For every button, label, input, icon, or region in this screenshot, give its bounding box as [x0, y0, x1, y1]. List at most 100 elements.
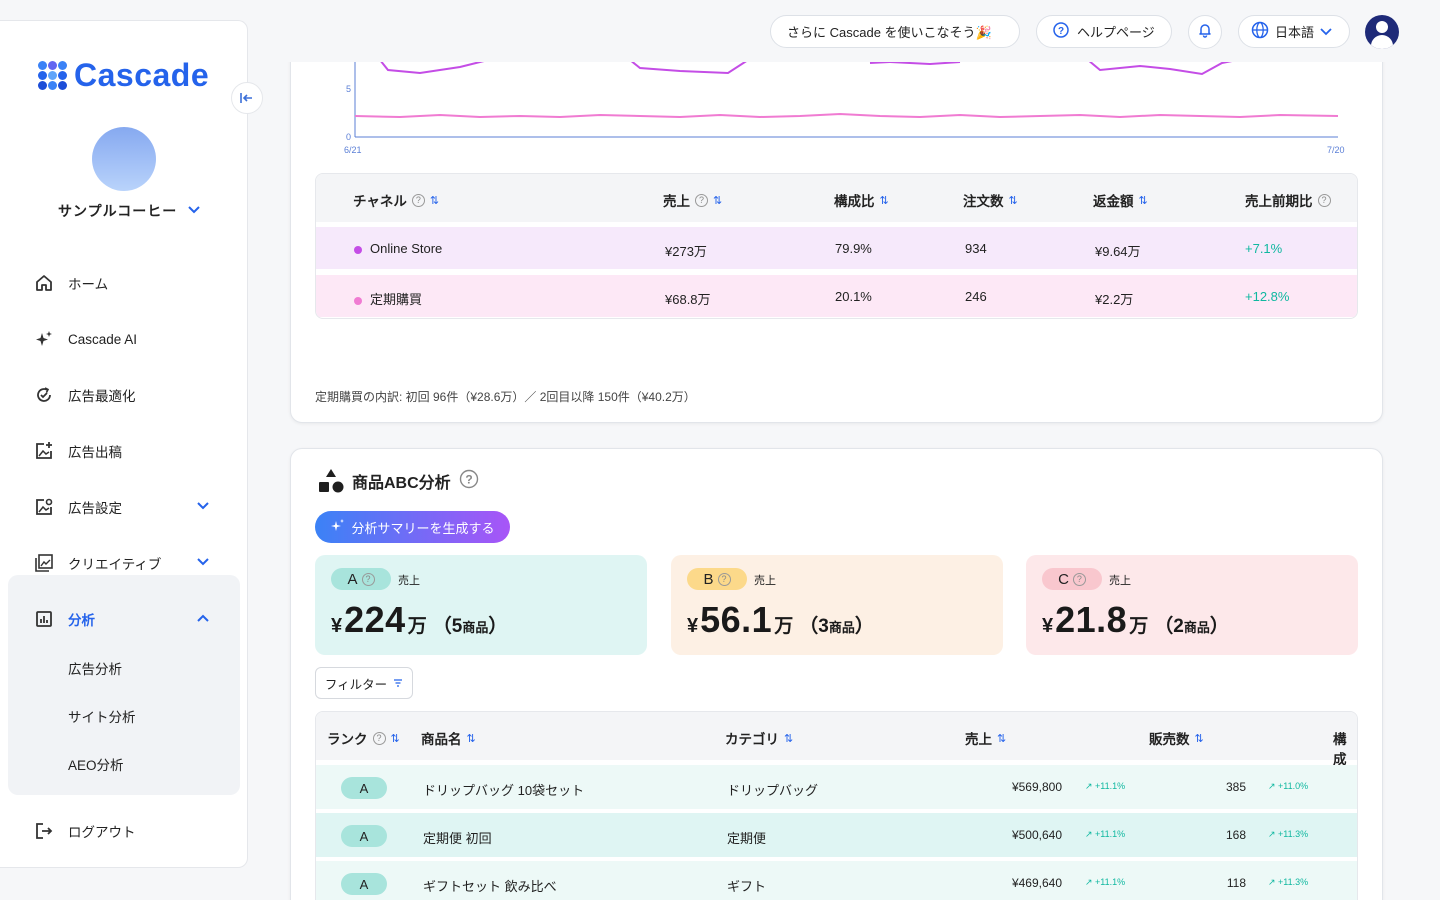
rank-sales-value: 21.8 [1055, 599, 1128, 640]
help-icon[interactable]: ? [695, 193, 708, 207]
series-dot [354, 296, 362, 305]
rank-card-a[interactable]: A ? 売上 ¥ 224 万 （5商品） [315, 555, 647, 655]
table-row[interactable]: 定期購買 ¥68.8万 20.1% 246 ¥2.2万 +12.8% [316, 275, 1357, 317]
rank-product-count: （5商品） [433, 611, 508, 638]
nav-item-analysis[interactable]: 分析 [34, 609, 95, 629]
sort-icon[interactable]: ⇅ [1009, 194, 1018, 207]
col-share-cut[interactable]: 構成 [1333, 728, 1357, 768]
rank-value: ¥ 21.8 万 （2商品） [1042, 599, 1229, 641]
col-growth[interactable]: 売上前期比 ? [1245, 190, 1331, 210]
help-icon[interactable]: ? [411, 193, 425, 207]
col-orders[interactable]: 注文数 ⇅ [963, 190, 1018, 210]
sort-icon[interactable]: ⇅ [997, 732, 1006, 745]
cascade-logo[interactable]: Cascade [38, 57, 209, 94]
channel-share: 20.1% [835, 289, 872, 304]
user-avatar[interactable] [1365, 15, 1399, 49]
chevron-down-icon[interactable] [196, 556, 210, 570]
col-rank[interactable]: ランク ? ⇅ [327, 728, 400, 748]
cascade-logo-icon [38, 60, 68, 91]
nav-item-cascade-ai[interactable]: Cascade AI [34, 329, 137, 349]
help-icon[interactable]: ? [1072, 572, 1086, 586]
paren-close: ） [854, 616, 874, 637]
svg-text:?: ? [1058, 26, 1064, 37]
nav-item-ad-optimization[interactable]: 広告最適化 [34, 385, 136, 405]
col-share[interactable]: 構成比 ⇅ [834, 190, 889, 210]
help-icon[interactable]: ? [717, 572, 731, 586]
paren-open: （ [799, 616, 819, 637]
channel-growth: +7.1% [1245, 241, 1283, 256]
nav-label-home: ホーム [68, 277, 109, 292]
product-category: 定期便 [727, 831, 767, 846]
count-value: 2 [1173, 616, 1184, 637]
help-icon[interactable]: ? [361, 572, 375, 586]
nav-item-ad-posting[interactable]: 広告出稿 [34, 441, 122, 461]
sort-icon[interactable]: ⇅ [1139, 194, 1148, 207]
help-icon[interactable]: ? [372, 731, 386, 745]
promo-button[interactable]: さらに Cascade を使いこなそう🎉 [770, 15, 1020, 48]
shop-avatar [92, 127, 156, 191]
rank-card-b[interactable]: B ? 売上 ¥ 56.1 万 （3商品） [671, 555, 1003, 655]
rank-product-count: （3商品） [799, 611, 874, 638]
table-row[interactable]: Online Store ¥273万 79.9% 934 ¥9.64万 +7.1… [316, 227, 1357, 269]
sort-icon[interactable]: ⇅ [713, 194, 722, 207]
nav-item-logout[interactable]: ログアウト [34, 821, 136, 841]
nav-sub-site-analysis[interactable]: サイト分析 [68, 706, 136, 726]
col-category[interactable]: カテゴリ ⇅ [725, 728, 793, 748]
logout-icon [34, 821, 54, 841]
table-row[interactable]: A ギフトセット 飲み比べ ギフト ¥469,640 ↗ +11.1% 118 … [316, 861, 1357, 900]
sort-icon[interactable]: ⇅ [391, 732, 400, 745]
col-qty[interactable]: 販売数 ⇅ [1149, 728, 1204, 748]
rank-sales-value: 56.1 [700, 599, 773, 640]
col-product-name[interactable]: 商品名 ⇅ [421, 728, 476, 748]
sort-icon[interactable]: ⇅ [1195, 732, 1204, 745]
rank-badge: A [341, 873, 387, 895]
col-sales[interactable]: 売上 ? ⇅ [663, 190, 722, 210]
sort-icon[interactable]: ⇅ [467, 732, 476, 745]
nav-sub-aeo-analysis[interactable]: AEO分析 [68, 754, 124, 774]
product-name: ドリップバッグ 10袋セット [423, 783, 585, 798]
table-row[interactable]: A ドリップバッグ 10袋セット ドリップバッグ ¥569,800 ↗ +11.… [316, 765, 1357, 809]
product-name: 定期便 初回 [423, 831, 492, 846]
collapse-sidebar-button[interactable] [231, 82, 263, 114]
image-add-icon [34, 441, 54, 461]
sort-icon[interactable]: ⇅ [784, 732, 793, 745]
rank-card-c[interactable]: C ? 売上 ¥ 21.8 万 （2商品） [1026, 555, 1358, 655]
generate-summary-button[interactable]: 分析サマリーを生成する [315, 511, 510, 543]
product-table-header: ランク ? ⇅ 商品名 ⇅ カテゴリ ⇅ 売上 ⇅ 販売数 ⇅ 構成 [316, 712, 1357, 767]
help-icon[interactable]: ? [459, 469, 479, 494]
col-product-sales-label: 売上 [965, 732, 992, 747]
globe-icon [1251, 21, 1269, 42]
help-icon[interactable]: ? [1317, 193, 1331, 207]
sort-icon[interactable]: ⇅ [880, 194, 889, 207]
chevron-down-icon[interactable] [196, 500, 210, 514]
nav-sub-ad-analysis[interactable]: 広告分析 [68, 658, 122, 678]
qty-delta: ↗ +11.3% [1268, 829, 1309, 839]
language-selector[interactable]: 日本語 [1238, 15, 1350, 48]
help-page-button[interactable]: ? ヘルプページ [1036, 15, 1172, 48]
chevron-up-icon[interactable] [196, 612, 210, 626]
shop-selector[interactable]: サンプルコーヒー [58, 201, 201, 221]
nav-analysis-group [8, 575, 240, 795]
nav-item-home[interactable]: ホーム [34, 273, 108, 293]
collapse-left-icon [240, 93, 252, 103]
col-product-sales[interactable]: 売上 ⇅ [965, 728, 1006, 748]
notification-button[interactable] [1188, 15, 1222, 49]
col-refund[interactable]: 返金額 ⇅ [1093, 190, 1148, 210]
channel-growth: +12.8% [1245, 289, 1290, 304]
yen-sign: ¥ [687, 615, 699, 637]
nav-item-creative[interactable]: クリエイティブ [34, 553, 161, 573]
rank-product-count: （2商品） [1154, 611, 1229, 638]
user-icon-head [1376, 21, 1388, 33]
qty-delta: ↗ +11.3% [1268, 877, 1309, 887]
col-channel[interactable]: チャネル ? ⇅ [353, 190, 439, 210]
rank-value: ¥ 224 万 （5商品） [331, 599, 507, 641]
channel-table: チャネル ? ⇅ 売上 ? ⇅ 構成比 ⇅ 注文数 ⇅ 返金額 ⇅ 売上前期比 … [315, 173, 1358, 319]
sort-icon[interactable]: ⇅ [430, 194, 439, 207]
nav-item-ad-settings[interactable]: 広告設定 [34, 497, 122, 517]
promo-label: さらに Cascade を使いこなそう🎉 [787, 25, 992, 40]
paren-open: （ [432, 616, 452, 637]
table-row[interactable]: A 定期便 初回 定期便 ¥500,640 ↗ +11.1% 168 ↗ +11… [316, 813, 1357, 857]
filter-button[interactable]: フィルター [315, 667, 413, 699]
nav-label-ad-settings: 広告設定 [68, 501, 122, 516]
channel-share: 79.9% [835, 241, 872, 256]
